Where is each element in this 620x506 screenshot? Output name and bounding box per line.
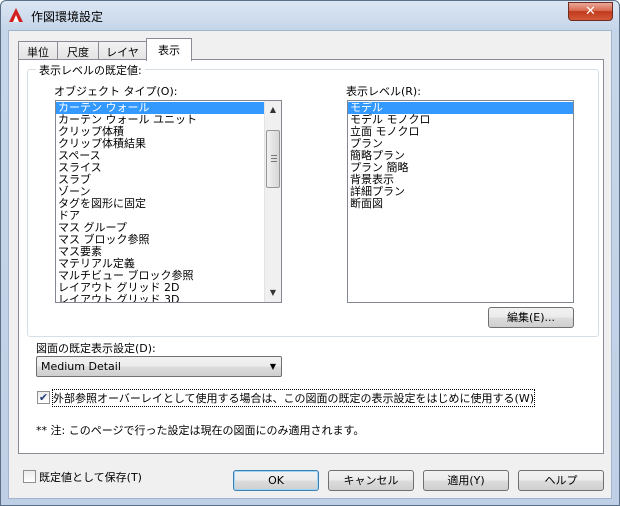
xref-checkbox[interactable]: ✔ (37, 391, 50, 404)
chevron-down-icon: ▼ (269, 362, 276, 371)
dialog-body: 単位 尺度 レイヤ 表示 表示レベルの既定値: オブジェクト タイプ(O): カ… (8, 30, 612, 499)
group-title: 表示レベルの既定値: (36, 62, 145, 78)
display-level-list[interactable]: モデル モデル モノクロ 立面 モノクロ プラン 簡略プラン プラン 簡略 背景表示 詳細プラ… (347, 100, 574, 303)
display-level-items: モデル モデル モノクロ 立面 モノクロ プラン 簡略プラン プラン 簡略 背景表示 詳細プラ… (348, 101, 573, 210)
drawing-default-label: 図面の既定表示設定(D): (36, 342, 156, 355)
scroll-thumb[interactable] (266, 130, 280, 188)
drawing-default-select[interactable]: Medium Detail ▼ (36, 356, 282, 377)
xref-checkbox-label[interactable]: 外部参照オーバーレイとして使用する場合は、この図面の既定の表示設定をはじめに使用… (51, 389, 536, 407)
ok-button[interactable]: OK (233, 470, 319, 491)
apply-button[interactable]: 適用(Y) (423, 470, 509, 491)
display-level-list-item[interactable]: 断面図 (348, 198, 573, 210)
scroll-up-icon[interactable]: ▲ (265, 102, 281, 118)
display-level-label: 表示レベル(R): (346, 85, 421, 98)
object-type-list[interactable]: カーテン ウォール カーテン ウォール ユニット クリップ体積 クリップ体積結果 スペー… (55, 100, 282, 303)
tab-layer[interactable]: レイヤ (98, 41, 147, 60)
object-type-label: オブジェクト タイプ(O): (54, 85, 178, 98)
close-button[interactable]: ✕ (568, 2, 613, 21)
tab-scale[interactable]: 尺度 (57, 41, 99, 60)
close-icon: ✕ (585, 4, 596, 19)
object-type-list-item[interactable]: レイアウト グリッド 3D (56, 294, 281, 303)
title-bar[interactable]: 作図環境設定 ✕ (1, 1, 619, 30)
dialog-window: 作図環境設定 ✕ 単位 尺度 レイヤ 表示 表示レベルの既定値: オブジェクト … (0, 0, 620, 506)
object-type-scrollbar[interactable]: ▲ ▼ (264, 101, 281, 302)
object-type-list-item[interactable]: タグを図形に固定 (56, 198, 281, 210)
scroll-down-icon[interactable]: ▼ (265, 285, 281, 301)
autocad-logo-icon (9, 8, 23, 22)
help-button[interactable]: ヘルプ (518, 470, 604, 491)
note-text: ** 注: このページで行った設定は現在の図面にのみ適用されます。 (36, 424, 365, 437)
drawing-default-value: Medium Detail (41, 360, 121, 373)
tab-units[interactable]: 単位 (18, 41, 58, 60)
cancel-button[interactable]: キャンセル (328, 470, 414, 491)
edit-button[interactable]: 編集(E)... (488, 307, 574, 328)
save-default-checkbox[interactable] (23, 470, 36, 483)
tab-display[interactable]: 表示 (146, 38, 192, 61)
save-default-label[interactable]: 既定値として保存(T) (39, 469, 142, 485)
object-type-items: カーテン ウォール カーテン ウォール ユニット クリップ体積 クリップ体積結果 スペー… (56, 101, 281, 303)
window-title: 作図環境設定 (31, 10, 104, 24)
